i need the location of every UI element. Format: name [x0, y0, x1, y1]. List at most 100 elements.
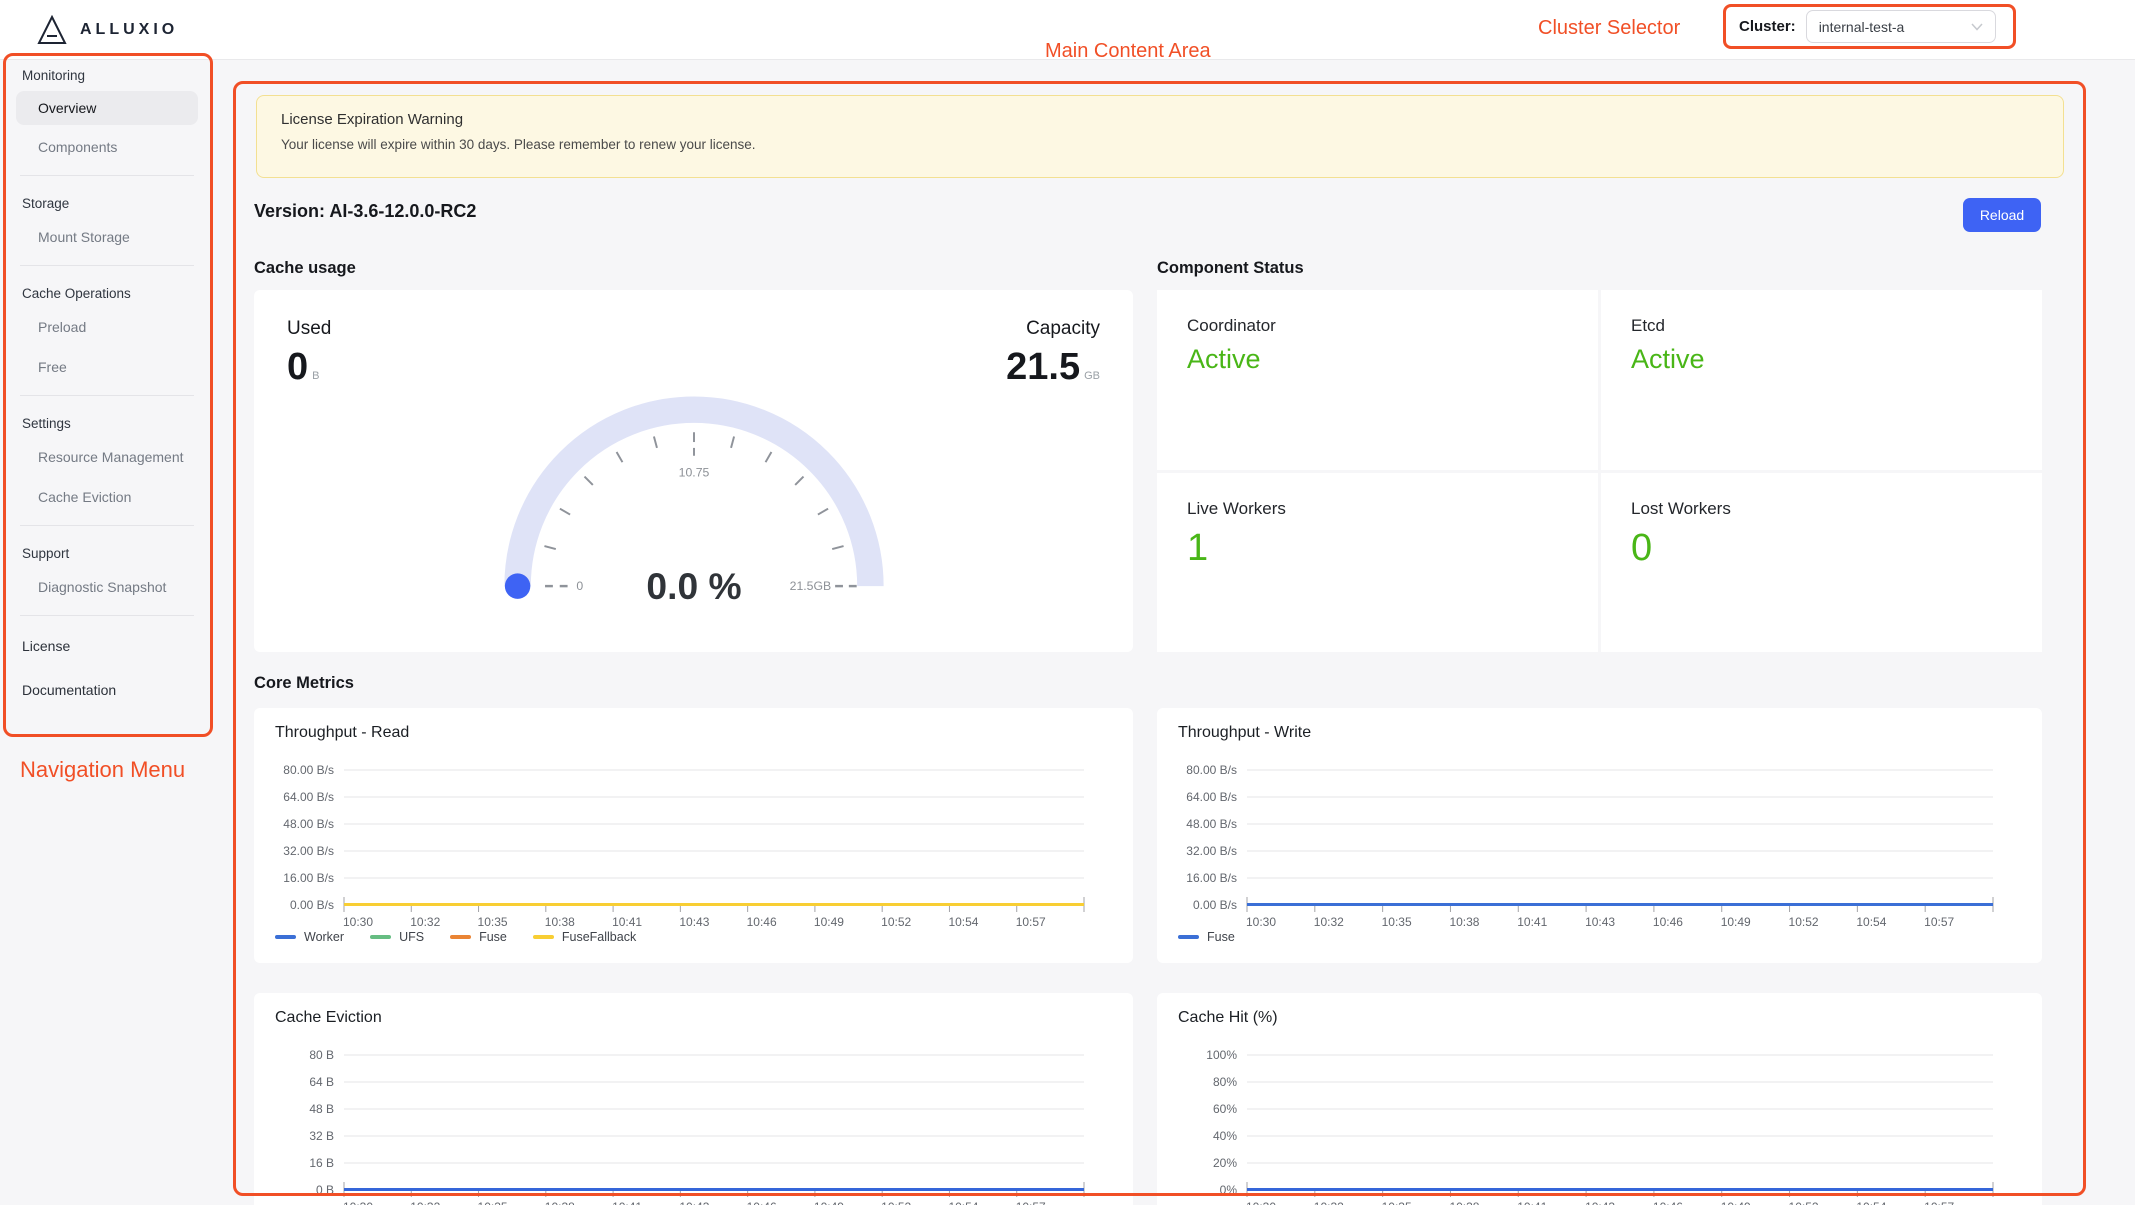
- gauge-percent-value: 0.0 %: [646, 565, 741, 601]
- chart-cache-hit: Cache Hit (%) 100%80%60%40%20%0%10:3010:…: [1157, 993, 2042, 1205]
- component-status-grid: Coordinator Active Etcd Active Live Work…: [1157, 290, 2042, 652]
- status-label: Live Workers: [1187, 499, 1598, 519]
- status-cell-lost-workers: Lost Workers 0: [1601, 473, 2042, 653]
- legend-item-fuse: Fuse: [1178, 930, 1235, 944]
- chart-cache-eviction: Cache Eviction 80 B64 B48 B32 B16 B0 B10…: [254, 993, 1133, 1205]
- x-axis-label: 10:30: [1246, 915, 1276, 928]
- x-axis-label: 10:54: [1856, 915, 1886, 928]
- chart-title: Throughput - Read: [275, 724, 409, 742]
- annotation-navigation-menu-label: Navigation Menu: [20, 757, 185, 783]
- x-axis-label: 10:49: [814, 1200, 844, 1205]
- sidebar-item-free[interactable]: Free: [6, 347, 208, 387]
- x-axis-label: 10:32: [1314, 915, 1344, 928]
- legend-label: FuseFallback: [562, 930, 636, 944]
- status-cell-live-workers: Live Workers 1: [1157, 473, 1598, 653]
- x-axis-label: 10:41: [612, 915, 642, 928]
- legend-label: Fuse: [1207, 930, 1235, 944]
- gauge-mid-label: 10.75: [678, 465, 709, 479]
- sidebar-item-cache-eviction[interactable]: Cache Eviction: [6, 477, 208, 517]
- status-cell-etcd: Etcd Active: [1601, 290, 2042, 470]
- cache-usage-gauge: 10.75 0 21.5GB 0.0 %: [498, 385, 890, 601]
- x-axis-label: 10:38: [1449, 1200, 1479, 1205]
- sidebar-divider: [20, 615, 194, 616]
- capacity-unit: GB: [1084, 370, 1100, 382]
- y-axis-label: 32.00 B/s: [283, 844, 334, 858]
- status-value: 1: [1187, 527, 1598, 570]
- y-axis-label: 80.00 B/s: [283, 763, 334, 777]
- x-axis-label: 10:41: [1517, 915, 1547, 928]
- x-axis-label: 10:43: [679, 915, 709, 928]
- x-axis-label: 10:54: [948, 1200, 978, 1205]
- cache-usage-title: Cache usage: [254, 259, 356, 278]
- x-axis-label: 10:57: [1924, 1200, 1954, 1205]
- alluxio-logo-icon: [36, 15, 68, 45]
- sidebar-item-license[interactable]: License: [6, 624, 208, 668]
- sidebar-item-components[interactable]: Components: [6, 127, 208, 167]
- cluster-label: Cluster:: [1739, 18, 1796, 35]
- x-axis-label: 10:52: [1789, 1200, 1819, 1205]
- capacity-metric: Capacity 21.5GB: [1006, 318, 1100, 389]
- brand-name: ALLUXIO: [80, 21, 178, 39]
- x-axis-label: 10:30: [343, 1200, 373, 1205]
- used-value: 0B: [287, 346, 331, 389]
- y-axis-label: 80 B: [309, 1048, 334, 1062]
- capacity-label: Capacity: [1006, 318, 1100, 340]
- used-unit: B: [312, 370, 319, 382]
- sidebar-item-preload[interactable]: Preload: [6, 307, 208, 347]
- sidebar-item-diagnostic-snapshot[interactable]: Diagnostic Snapshot: [6, 567, 208, 607]
- used-metric: Used 0B: [287, 318, 331, 389]
- x-axis-label: 10:46: [1653, 1200, 1683, 1205]
- x-axis-label: 10:30: [1246, 1200, 1276, 1205]
- x-axis-label: 10:52: [1789, 915, 1819, 928]
- sidebar-item-resource-management[interactable]: Resource Management: [6, 437, 208, 477]
- used-label: Used: [287, 318, 331, 340]
- y-axis-label: 64.00 B/s: [283, 790, 334, 804]
- x-axis-label: 10:35: [1382, 915, 1412, 928]
- y-axis-label: 20%: [1213, 1156, 1237, 1170]
- x-axis-label: 10:35: [1382, 1200, 1412, 1205]
- x-axis-label: 10:38: [1449, 915, 1479, 928]
- x-axis-label: 10:57: [1924, 915, 1954, 928]
- sidebar-divider: [20, 175, 194, 176]
- chart-title: Throughput - Write: [1178, 724, 1311, 742]
- y-axis-label: 16.00 B/s: [1186, 871, 1237, 885]
- sidebar-item-documentation[interactable]: Documentation: [6, 668, 208, 712]
- x-axis-label: 10:46: [747, 915, 777, 928]
- status-label: Coordinator: [1187, 316, 1598, 336]
- chart-plot-area: 80.00 B/s64.00 B/s48.00 B/s32.00 B/s16.0…: [254, 756, 1133, 933]
- x-axis-label: 10:32: [410, 1200, 440, 1205]
- license-warning-banner: License Expiration Warning Your license …: [256, 95, 2064, 178]
- line-chart-svg: 80.00 B/s64.00 B/s48.00 B/s32.00 B/s16.0…: [1157, 756, 2042, 928]
- reload-button[interactable]: Reload: [1963, 198, 2041, 232]
- legend-swatch: [450, 935, 471, 939]
- sidebar-item-overview[interactable]: Overview: [16, 91, 198, 125]
- line-chart-svg: 80 B64 B48 B32 B16 B0 B10:3010:3210:3510…: [254, 1041, 1133, 1205]
- y-axis-label: 0.00 B/s: [1193, 898, 1237, 912]
- y-axis-label: 0%: [1220, 1183, 1238, 1197]
- chart-legend: WorkerUFSFuseFuseFallback: [275, 930, 636, 944]
- legend-item-fusefallback: FuseFallback: [533, 930, 636, 944]
- legend-item-ufs: UFS: [370, 930, 424, 944]
- x-axis-label: 10:54: [1856, 1200, 1886, 1205]
- line-chart-svg: 100%80%60%40%20%0%10:3010:3210:3510:3810…: [1157, 1041, 2042, 1205]
- x-axis-label: 10:30: [343, 915, 373, 928]
- y-axis-label: 60%: [1213, 1102, 1237, 1116]
- x-axis-label: 10:35: [478, 1200, 508, 1205]
- license-warning-title: License Expiration Warning: [281, 111, 2039, 128]
- y-axis-label: 0 B: [316, 1183, 334, 1197]
- chart-title: Cache Eviction: [275, 1009, 382, 1027]
- x-axis-label: 10:35: [478, 915, 508, 928]
- legend-swatch: [370, 935, 391, 939]
- sidebar-section-support: Support: [6, 534, 208, 567]
- sidebar-divider: [20, 395, 194, 396]
- capacity-value: 21.5GB: [1006, 346, 1100, 389]
- sidebar-item-mount-storage[interactable]: Mount Storage: [6, 217, 208, 257]
- core-metrics-title: Core Metrics: [254, 674, 354, 693]
- gauge-needle-dot: [504, 573, 529, 598]
- cluster-dropdown[interactable]: internal-test-a: [1806, 10, 1996, 43]
- x-axis-label: 10:46: [747, 1200, 777, 1205]
- x-axis-label: 10:52: [881, 915, 911, 928]
- sidebar-section-settings: Settings: [6, 404, 208, 437]
- y-axis-label: 48 B: [309, 1102, 334, 1116]
- line-chart-svg: 80.00 B/s64.00 B/s48.00 B/s32.00 B/s16.0…: [254, 756, 1133, 928]
